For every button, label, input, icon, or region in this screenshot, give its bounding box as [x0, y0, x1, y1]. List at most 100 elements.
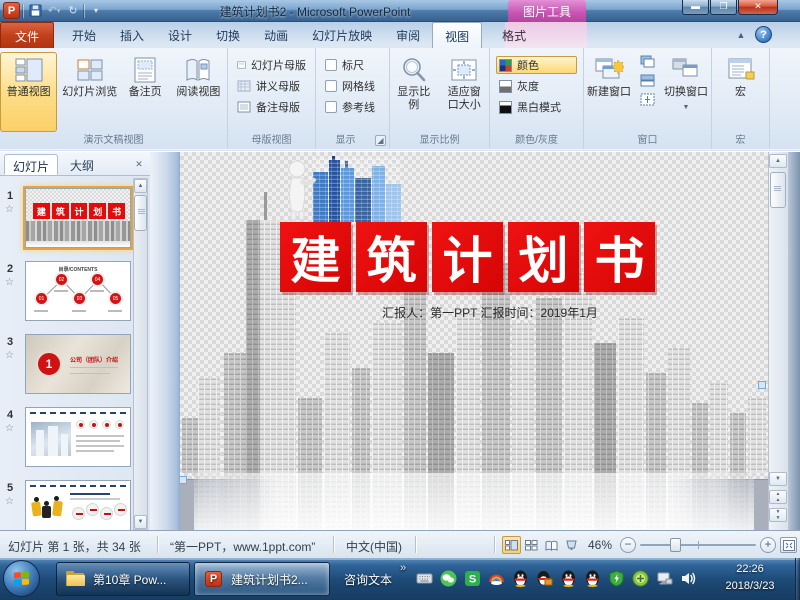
- qq-icon[interactable]: [512, 570, 529, 587]
- next-slide-icon[interactable]: ▼▼: [769, 508, 787, 522]
- cascade-windows-button[interactable]: [637, 54, 658, 69]
- slide-subtitle[interactable]: 汇报人：第一PPT 汇报时间：2019年1月: [330, 304, 650, 321]
- slide-thumbnail-3[interactable]: 1 公司（团队）介绍: [25, 334, 131, 394]
- zoom-slider-thumb[interactable]: [670, 538, 681, 552]
- show-desktop-button[interactable]: [795, 558, 800, 600]
- previous-slide-icon[interactable]: ▲▲: [769, 490, 787, 504]
- fit-to-window-button[interactable]: 适应窗口大小: [440, 52, 489, 132]
- tab-slides[interactable]: 幻灯片: [4, 154, 58, 175]
- vertical-scrollbar[interactable]: ▲ ▼ ▲▲ ▼▼: [768, 152, 788, 530]
- normal-view-button[interactable]: 普通视图: [0, 52, 57, 132]
- macros-button[interactable]: 宏: [716, 52, 766, 132]
- powerpoint-app-icon[interactable]: P: [3, 2, 20, 19]
- close-panel-icon[interactable]: ✕: [131, 156, 147, 172]
- slide-sorter-toggle[interactable]: [522, 536, 541, 554]
- dialog-launcher-icon[interactable]: ◢: [375, 135, 386, 146]
- notes-page-button[interactable]: 备注页: [122, 52, 167, 132]
- wechat-icon[interactable]: [440, 570, 457, 587]
- rainbow-input-icon[interactable]: [488, 570, 505, 587]
- language-indicator[interactable]: 中文(中国): [346, 538, 402, 555]
- panel-scrollbar[interactable]: ▲ ▼: [133, 178, 148, 530]
- qq-icon[interactable]: [584, 570, 601, 587]
- fit-slide-to-window-icon[interactable]: [780, 537, 797, 553]
- tab-slideshow[interactable]: 幻灯片放映: [300, 22, 384, 48]
- taskbar-powerpoint-button[interactable]: P 建筑计划书2...: [194, 562, 330, 596]
- grayscale-button[interactable]: 灰度: [496, 77, 577, 95]
- network-icon[interactable]: [656, 570, 673, 587]
- animation-star-icon[interactable]: ☆: [5, 277, 14, 288]
- animation-star-icon[interactable]: ☆: [5, 496, 14, 507]
- green-orb-icon[interactable]: [632, 570, 649, 587]
- tab-animations[interactable]: 动画: [252, 22, 300, 48]
- scroll-thumb[interactable]: [770, 172, 786, 208]
- qat-customize-icon[interactable]: ▾: [88, 3, 104, 19]
- tab-review[interactable]: 审阅: [384, 22, 432, 48]
- animation-star-icon[interactable]: ☆: [5, 350, 14, 361]
- save-icon[interactable]: [27, 3, 43, 19]
- taskbar-text-button[interactable]: 咨询文本: [334, 562, 400, 596]
- handout-master-button[interactable]: 讲义母版: [234, 77, 309, 95]
- animation-star-icon[interactable]: ☆: [5, 204, 14, 215]
- selection-handle[interactable]: [180, 476, 187, 484]
- color-button[interactable]: 颜色: [496, 56, 577, 74]
- collapse-ribbon-icon[interactable]: ▲: [734, 28, 748, 42]
- input-keyboard-icon[interactable]: [416, 570, 433, 587]
- panel-scroll-thumb[interactable]: [134, 195, 147, 231]
- switch-windows-button[interactable]: 切换窗口 ▼: [661, 52, 711, 132]
- new-window-button[interactable]: 新建窗口: [584, 52, 634, 132]
- zoom-button[interactable]: 显示比例: [390, 52, 438, 132]
- reading-view-toggle[interactable]: [542, 536, 561, 554]
- notes-master-button[interactable]: 备注母版: [234, 98, 309, 116]
- tab-view[interactable]: 视图: [432, 22, 482, 48]
- minimize-button[interactable]: ▬: [682, 0, 709, 15]
- gridlines-checkbox[interactable]: 网格线: [322, 77, 383, 95]
- taskbar-clock[interactable]: 22:26 2018/3/23: [706, 561, 794, 595]
- slide-thumbnail-2[interactable]: 目录/CONTENTS 01 02 03 04 05: [25, 261, 131, 321]
- scroll-up-icon[interactable]: ▲: [134, 179, 147, 193]
- zoom-in-icon[interactable]: +: [760, 537, 776, 553]
- taskbar-folder-button[interactable]: 第10章 Pow...: [56, 562, 190, 596]
- tab-design[interactable]: 设计: [156, 22, 204, 48]
- help-icon[interactable]: ?: [755, 26, 772, 43]
- taskbar-overflow-chevron[interactable]: »: [400, 562, 406, 574]
- slide-thumbnail-5[interactable]: [25, 480, 131, 530]
- tab-file[interactable]: 文件: [0, 22, 54, 48]
- guides-checkbox[interactable]: 参考线: [322, 98, 383, 116]
- start-button[interactable]: [3, 560, 40, 597]
- zoom-out-icon[interactable]: −: [620, 537, 636, 553]
- zoom-slider[interactable]: [640, 544, 756, 546]
- ruler-checkbox[interactable]: 标尺: [322, 56, 383, 74]
- undo-icon[interactable]: ↶▾: [46, 3, 62, 19]
- blue-buildings-figure-image[interactable]: [283, 156, 423, 224]
- normal-view-toggle[interactable]: [502, 536, 521, 554]
- slideshow-toggle[interactable]: [562, 536, 581, 554]
- arrange-all-button[interactable]: [637, 73, 658, 88]
- antivirus-shield-icon[interactable]: [608, 570, 625, 587]
- tab-insert[interactable]: 插入: [108, 22, 156, 48]
- zoom-percentage[interactable]: 46%: [588, 538, 612, 552]
- panel-divider[interactable]: [150, 152, 180, 530]
- tab-transitions[interactable]: 切换: [204, 22, 252, 48]
- animation-star-icon[interactable]: ☆: [5, 423, 14, 434]
- slide-thumbnail-1[interactable]: 建筑计划书: [25, 188, 131, 248]
- selection-handle[interactable]: [758, 381, 766, 389]
- scroll-down-icon[interactable]: ▼: [769, 472, 787, 486]
- qq-icon[interactable]: [560, 570, 577, 587]
- move-split-button[interactable]: [637, 92, 658, 107]
- volume-icon[interactable]: [680, 570, 697, 587]
- slide-editing-area[interactable]: 建 筑 计 划 书 汇报人：第一PPT 汇报时间：2019年1月: [180, 152, 768, 530]
- restore-button[interactable]: ❐: [710, 0, 737, 15]
- close-button[interactable]: ✕: [738, 0, 778, 15]
- tab-home[interactable]: 开始: [60, 22, 108, 48]
- reading-view-button[interactable]: 阅读视图: [170, 52, 227, 132]
- slide-title[interactable]: 建 筑 计 划 书: [280, 222, 655, 292]
- sogou-icon[interactable]: S: [464, 570, 481, 587]
- tab-format[interactable]: 格式: [490, 22, 538, 48]
- black-white-button[interactable]: 黑白模式: [496, 98, 577, 116]
- slide-thumbnail-4[interactable]: [25, 407, 131, 467]
- qq-briefcase-icon[interactable]: [536, 570, 553, 587]
- slide-sorter-button[interactable]: 幻灯片浏览: [59, 52, 120, 132]
- slide-master-button[interactable]: 幻灯片母版: [234, 56, 309, 74]
- scroll-down-icon[interactable]: ▼: [134, 515, 147, 529]
- scroll-up-icon[interactable]: ▲: [769, 154, 787, 168]
